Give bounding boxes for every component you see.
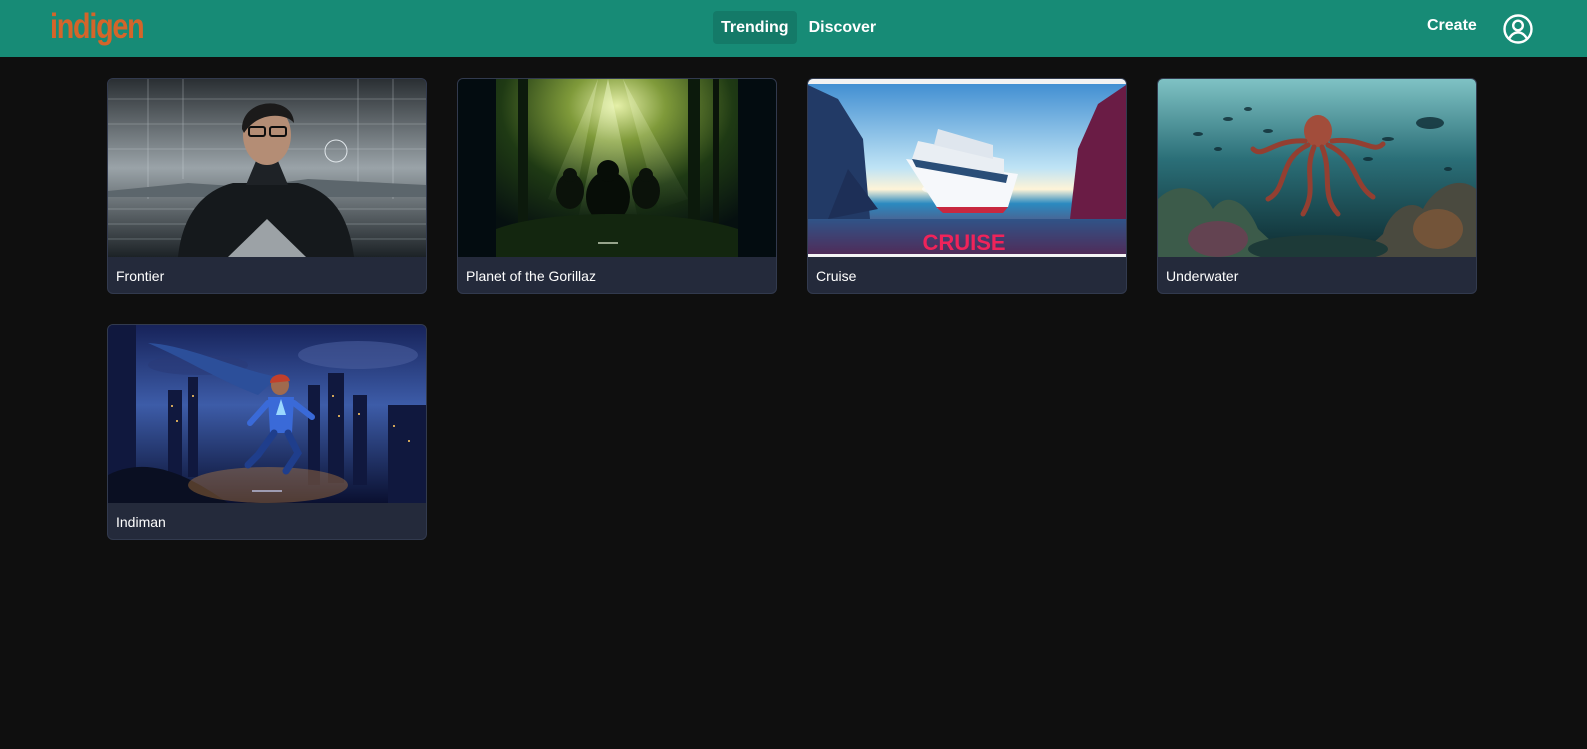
card-title: Frontier <box>116 267 165 284</box>
card-thumbnail: CRUISE <box>808 79 1126 257</box>
card-thumbnail <box>1158 79 1476 257</box>
card-title: Cruise <box>816 267 857 284</box>
user-circle-icon[interactable] <box>1502 13 1534 45</box>
card-thumbnail <box>458 79 776 257</box>
top-navigation-bar: indigen Trending Discover Create <box>0 0 1587 57</box>
card-title: Indiman <box>116 513 166 530</box>
tab-discover[interactable]: Discover <box>801 11 885 44</box>
main-nav: Trending Discover <box>713 11 884 44</box>
card-title: Planet of the Gorillaz <box>466 267 596 284</box>
card-frontier[interactable]: Frontier <box>107 78 427 294</box>
create-button[interactable]: Create <box>1427 17 1477 35</box>
card-cruise[interactable]: CRUISE Cruise <box>807 78 1127 294</box>
trending-grid: Frontier Planet of the Gorillaz CRUISE C… <box>107 78 1477 540</box>
indigen-logo[interactable]: indigen <box>50 6 145 48</box>
card-thumbnail <box>108 325 426 503</box>
card-thumbnail <box>108 79 426 257</box>
cruise-poster-text: CRUISE <box>922 230 1005 255</box>
tab-trending[interactable]: Trending <box>713 11 797 44</box>
card-planet-of-the-gorillaz[interactable]: Planet of the Gorillaz <box>457 78 777 294</box>
card-underwater[interactable]: Underwater <box>1157 78 1477 294</box>
card-indiman[interactable]: Indiman <box>107 324 427 540</box>
card-title: Underwater <box>1166 267 1239 284</box>
